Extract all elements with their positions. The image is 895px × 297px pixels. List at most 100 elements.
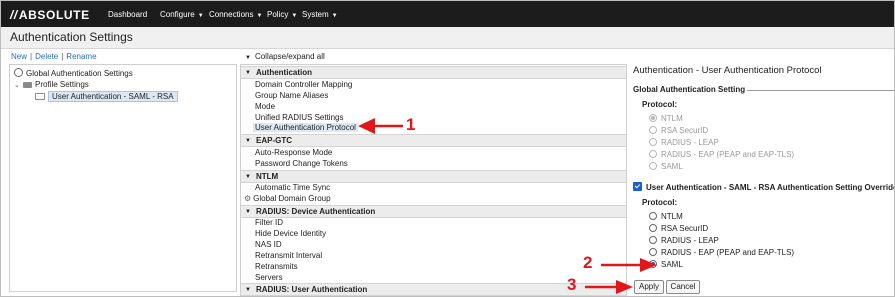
title-bar: Authentication Settings [1,27,894,49]
nav-policy-label: Policy [267,10,289,19]
tree-node-label: User Authentication - SAML - RSA [48,91,178,102]
radio-label: RADIUS - LEAP [661,236,719,245]
nav-dashboard[interactable]: Dashboard [108,10,147,19]
tree-node-selected-profile[interactable]: User Authentication - SAML - RSA [35,91,178,102]
nav-connections[interactable]: Connections ▼ [209,10,262,19]
radio-icon[interactable] [649,224,657,232]
separator: | [61,52,64,61]
override-checkbox-row[interactable]: User Authentication - SAML - RSA Authent… [633,182,895,192]
global-radio-ntlm: NTLM [649,114,683,123]
radio-icon [649,162,657,170]
override-label: User Authentication - SAML - RSA Authent… [646,183,895,192]
category-header[interactable]: ▼ Authentication [241,66,626,79]
radio-label: NTLM [661,114,683,123]
folder-icon [23,82,32,88]
attr-item-label: Global Domain Group [253,194,331,203]
top-nav: //ABSOLUTE Dashboard Configure ▼ Connecti… [1,1,894,27]
cancel-button[interactable]: Cancel [666,280,700,294]
separator: | [30,52,33,61]
global-setting-label: Global Authentication Setting [633,85,748,94]
radio-label: RADIUS - EAP (PEAP and EAP-TLS) [661,150,795,159]
radio-icon [649,126,657,134]
global-radio-leap: RADIUS - LEAP [649,138,719,147]
attr-item[interactable]: Retransmits [255,262,298,271]
delete-link[interactable]: Delete [35,52,58,61]
chevron-down-icon: ▼ [256,13,263,19]
global-radio-saml: SAML [649,162,683,171]
attr-item[interactable]: Domain Controller Mapping [255,80,352,89]
attr-item[interactable]: Unified RADIUS Settings [255,113,343,122]
attr-item[interactable]: Servers [255,273,283,282]
chevron-down-icon: ▼ [245,138,251,144]
nav-dashboard-label: Dashboard [108,10,148,19]
tree-node-label: Profile Settings [35,80,89,89]
annotation-number-1: 1 [406,115,416,134]
category-header[interactable]: ▼ RADIUS: Device Authentication [241,205,626,218]
override-radio-ntlm[interactable]: NTLM [649,212,683,221]
global-radio-eap: RADIUS - EAP (PEAP and EAP-TLS) [649,150,794,159]
attr-item-global-domain-group[interactable]: ⚙ Global Domain Group [244,194,331,203]
attr-item[interactable]: Hide Device Identity [255,229,326,238]
apply-button[interactable]: Apply [634,280,664,294]
override-radio-eap[interactable]: RADIUS - EAP (PEAP and EAP-TLS) [649,248,794,257]
protocol-label: Protocol: [642,100,678,109]
profile-toolbar: New | Delete | Rename [11,52,97,61]
radio-label: SAML [661,162,683,171]
tree-node-label: Global Authentication Settings [26,69,133,78]
radio-label: RADIUS - LEAP [661,138,719,147]
radio-icon[interactable] [649,212,657,220]
logo-mark-icon: // [10,8,18,22]
radio-label: RSA SecurID [661,224,709,233]
tree-node-profile-settings[interactable]: ⌄ Profile Settings [14,80,89,89]
profile-tree: Global Authentication Settings ⌄ Profile … [9,64,237,292]
override-radio-saml[interactable]: SAML [649,260,683,269]
radio-icon[interactable] [649,248,657,256]
attr-item[interactable]: Automatic Time Sync [255,183,330,192]
nav-configure[interactable]: Configure ▼ [160,10,204,19]
nav-configure-label: Configure [160,10,195,19]
app-window: //ABSOLUTE Dashboard Configure ▼ Connecti… [0,0,895,297]
category-header[interactable]: ▼ EAP-GTC [241,134,626,147]
attr-item[interactable]: Filter ID [255,218,283,227]
attr-item[interactable]: Group Name Aliases [255,91,328,100]
tree-node-global[interactable]: Global Authentication Settings [14,68,133,78]
attr-item[interactable]: Auto-Response Mode [255,148,332,157]
category-label: Authentication [256,68,312,77]
chevron-down-icon: ▼ [245,174,251,180]
attr-item[interactable]: Mode [255,102,275,111]
attribute-list: ▼ Authentication Domain Controller Mappin… [240,64,627,296]
radio-label: RADIUS - EAP (PEAP and EAP-TLS) [661,248,795,257]
category-header[interactable]: ▼ NTLM [241,170,626,183]
logo: //ABSOLUTE [10,8,90,22]
rename-link[interactable]: Rename [66,52,96,61]
radio-selected-icon[interactable] [649,260,657,268]
chevron-down-icon: ▼ [291,13,298,19]
radio-label: SAML [661,260,683,269]
radio-label: RSA SecurID [661,126,709,135]
nav-policy[interactable]: Policy ▼ [267,10,297,19]
category-label: EAP-GTC [256,136,292,145]
radio-icon[interactable] [649,236,657,244]
annotation-number-2: 2 [583,253,593,272]
chevron-down-icon: ▼ [245,55,251,61]
settings-title: Authentication - User Authentication Pro… [633,65,822,76]
attr-item-user-auth-protocol[interactable]: User Authentication Protocol [253,123,358,132]
protocol-label: Protocol: [642,198,678,207]
override-radio-rsa[interactable]: RSA SecurID [649,224,708,233]
chevron-down-icon[interactable]: ⌄ [14,81,23,89]
global-radio-rsa: RSA SecurID [649,126,708,135]
settings-panel: Authentication - User Authentication Pro… [629,60,894,296]
attr-item[interactable]: NAS ID [255,240,282,249]
checkbox-checked-icon[interactable] [633,182,642,191]
nav-system[interactable]: System ▼ [302,10,338,19]
chevron-down-icon: ▼ [197,13,204,19]
override-radio-leap[interactable]: RADIUS - LEAP [649,236,719,245]
attr-item[interactable]: Retransmit Interval [255,251,322,260]
new-link[interactable]: New [11,52,27,61]
category-label: NTLM [256,172,279,181]
chevron-down-icon: ▼ [245,209,251,215]
collapse-expand-all[interactable]: ▼ Collapse/expand all [245,52,325,61]
globe-icon [14,68,23,77]
radio-icon [649,150,657,158]
attr-item[interactable]: Password Change Tokens [255,159,348,168]
